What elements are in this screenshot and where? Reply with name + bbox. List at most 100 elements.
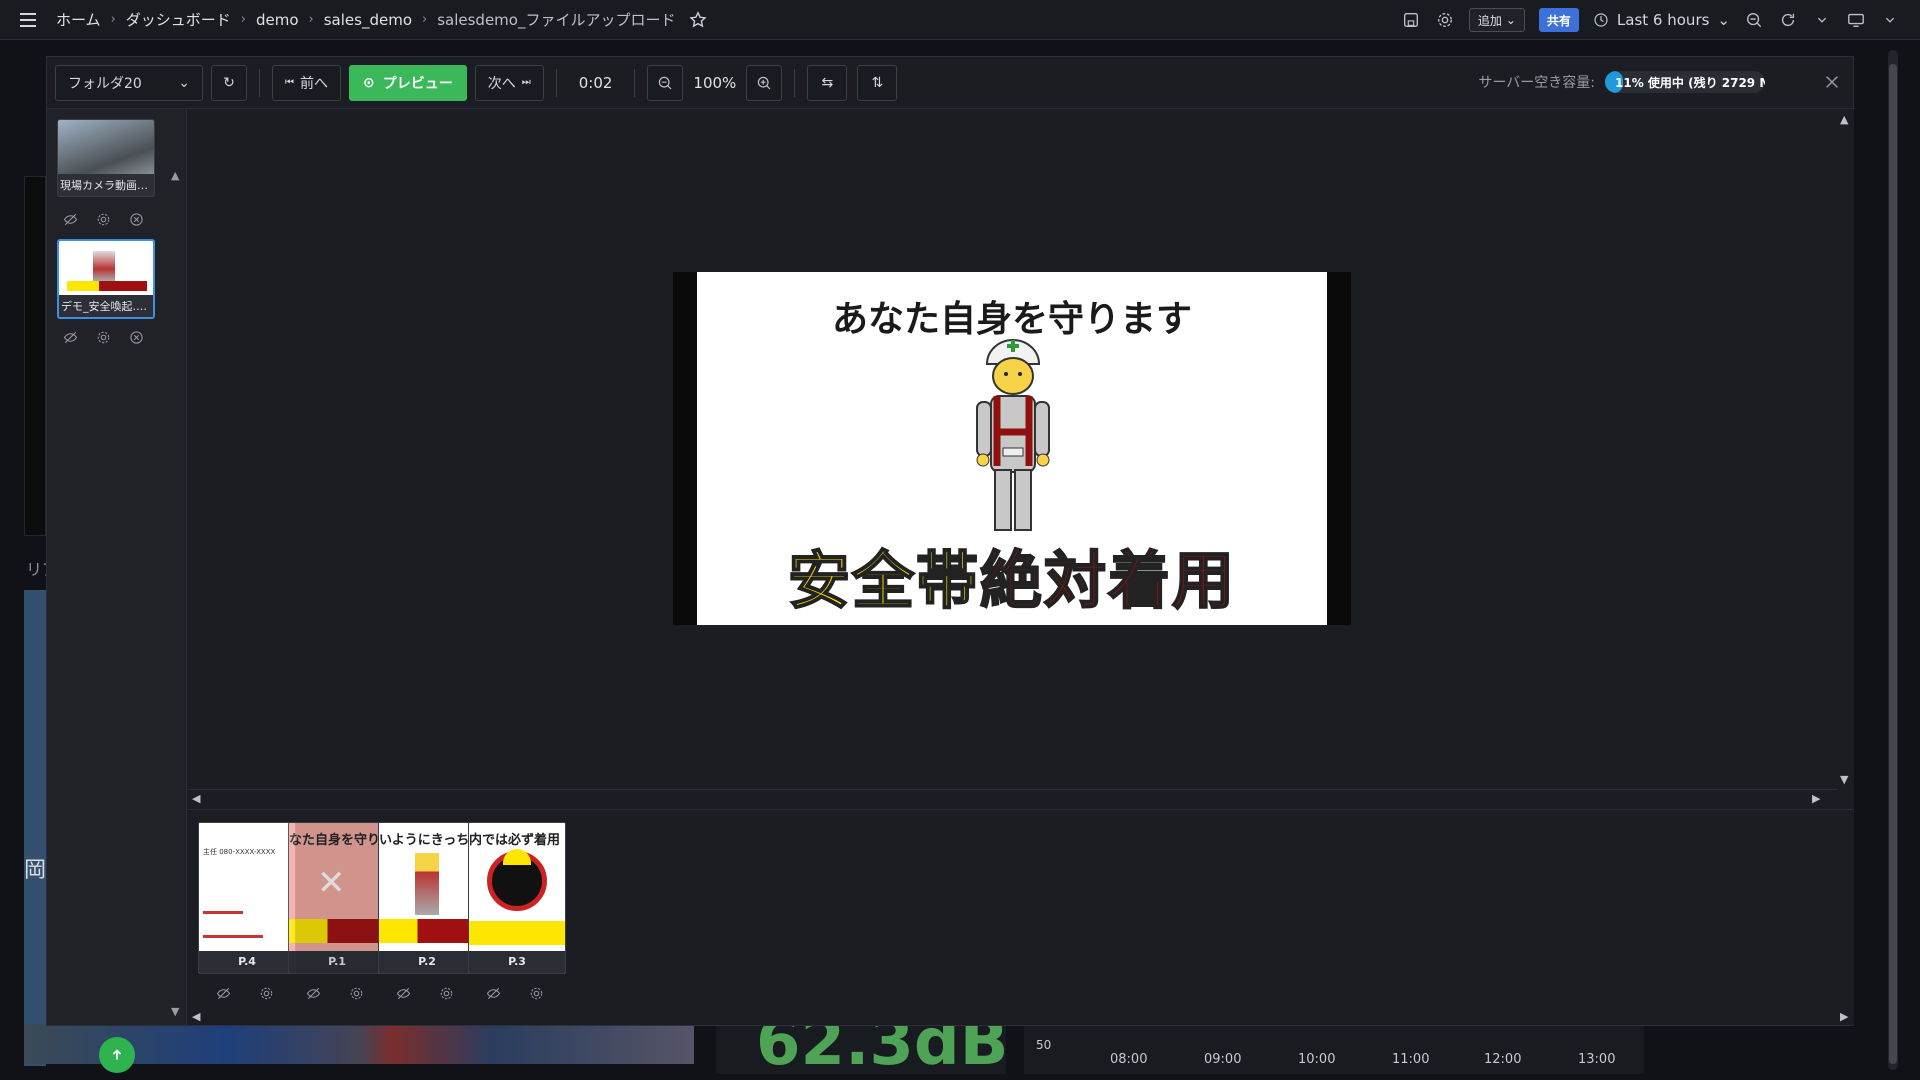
scroll-down-arrow[interactable]: ▼ [171,1005,179,1018]
map-panel [24,590,46,1066]
close-icon[interactable] [1823,73,1841,91]
swap-horizontal-icon: ⇆ [821,74,834,91]
page-snippet: いようにきっち [379,833,470,848]
add-button-label: 追加 [1477,13,1502,28]
page-thumbnail: いようにきっち [379,823,475,951]
page-thumb[interactable]: いようにきっち P.2 [378,822,476,974]
eye-off-icon[interactable] [63,212,78,227]
zoom-level: 100% [693,73,737,92]
chart-x-tick: 08:00 [1110,1052,1148,1067]
eye-off-icon[interactable] [306,986,321,1001]
refresh-icon[interactable] [1778,10,1798,30]
zoom-in-button[interactable] [746,64,783,101]
skip-back-icon: ⏮ [285,77,294,88]
server-capacity-text: 11% 使用中 (残り 2729 MB) [1615,76,1765,90]
file-item-selected[interactable]: デモ_安全喚起.pdf [57,239,155,319]
page-label: P.4 [199,951,295,973]
gear-icon[interactable] [349,986,364,1001]
chevron-down-icon: ⌄ [178,74,190,91]
close-circle-icon[interactable] [129,330,144,345]
slide-page: あなた自身を守ります 安全帯絶対着用 [697,272,1327,625]
skip-forward-icon: ⏭ [521,77,531,88]
chart-x-tick: 11:00 [1392,1052,1430,1067]
flip-horizontal-button[interactable]: ⇆ [807,64,848,101]
upload-button[interactable] [99,1037,135,1073]
chevron-down-icon: ⌄ [1717,11,1730,29]
scrollbar-thumb[interactable] [1889,64,1897,1064]
save-icon[interactable] [1401,10,1421,30]
gear-icon[interactable] [1435,10,1455,30]
file-preview-modal: フォルダ20 ⌄ ↻ ⏮ 前へ ⊙ プレビュー 次へ ⏭ 0:02 100% ⇆ ⇅ サ… [46,56,1855,1073]
slide-frame: あなた自身を守ります 安全帯絶対着用 [673,272,1351,625]
reload-button[interactable]: ↻ [211,64,247,101]
scroll-right-arrow[interactable]: ▶ [1812,792,1820,805]
breadcrumb-current: salesdemo_ファイルアップロード [437,11,676,29]
breadcrumb-sales-demo[interactable]: sales_demo [324,11,412,29]
scroll-left-arrow[interactable]: ◀ [192,1010,200,1023]
zoom-in-icon [758,76,771,89]
close-icon: ✕ [317,863,346,903]
worker-illustration [976,339,1050,531]
chevron-down-icon: ⌄ [1505,13,1516,27]
gear-icon[interactable] [259,986,274,1001]
chevron-down-icon[interactable] [1880,10,1900,30]
star-icon[interactable] [689,10,708,29]
gear-icon[interactable] [96,212,111,227]
next-button[interactable]: 次へ ⏭ [474,64,544,101]
page-scrollbar[interactable] [1888,50,1898,1070]
time-range-picker[interactable]: Last 6 hours ⌄ [1593,11,1730,29]
viewer-horizontal-scrollbar[interactable]: ◀ ▶ [188,789,1838,807]
slide-banner: 安全帯絶対着用 [697,530,1327,620]
breadcrumb-home[interactable]: ホーム [56,9,101,30]
scroll-right-arrow[interactable]: ▶ [1840,1010,1848,1023]
page-thumbnail: 内では必ず着用 [469,823,565,951]
scroll-left-arrow[interactable]: ◀ [192,792,200,805]
page-thumb-hidden[interactable]: なた自身を守りま ✕ P.1 [288,822,386,974]
preview-button-label: プレビュー [382,75,453,92]
eye-off-icon[interactable] [63,330,78,345]
file-actions [63,330,144,345]
zoom-out-button[interactable] [647,64,684,101]
add-button[interactable]: 追加 ⌄ [1468,8,1525,32]
viewer-toolbar: フォルダ20 ⌄ ↻ ⏮ 前へ ⊙ プレビュー 次へ ⏭ 0:02 100% ⇆ ⇅ サ… [47,57,1855,109]
viewer-vertical-scrollbar[interactable]: ▲ ▼ [1838,109,1854,809]
gear-icon[interactable] [439,986,454,1001]
upload-icon [112,1049,122,1060]
stat-panel: 62.3dB [716,1024,1006,1074]
timeseries-panel: 50 08:00 09:00 10:00 11:00 12:00 13:00 [1024,1024,1644,1074]
page-thumb[interactable]: 内では必ず着用 P.3 [468,822,566,974]
flip-vertical-button[interactable]: ⇅ [857,64,898,101]
eye-off-icon[interactable] [486,986,501,1001]
breadcrumb-dashboards[interactable]: ダッシュボード [126,9,231,30]
folder-select[interactable]: フォルダ20 ⌄ [55,64,203,101]
zoom-out-icon[interactable] [1744,10,1764,30]
page-label: P.1 [289,951,385,973]
server-capacity-label: サーバー空き容量: [1478,75,1595,91]
chevron-down-icon[interactable] [1812,10,1832,30]
file-item[interactable]: 現場カメラ動画_... [57,119,155,197]
breadcrumb-demo[interactable]: demo [256,11,299,29]
chart-y-tick: 50 [1036,1038,1052,1052]
zoom-out-icon [659,76,672,89]
page-snippet: 主任 080-XXXX-XXXX [203,848,276,856]
prev-button[interactable]: ⏮ 前へ [272,64,341,101]
scroll-up-arrow[interactable]: ▲ [171,169,179,182]
gear-icon[interactable] [529,986,544,1001]
gear-icon[interactable] [96,330,111,345]
folder-select-value: フォルダ20 [68,75,142,92]
eye-off-icon[interactable] [216,986,231,1001]
clock-icon [1594,13,1608,27]
divider [794,68,796,97]
page-thumb[interactable]: 主任 080-XXXX-XXXX P.4 [198,822,296,974]
close-circle-icon[interactable] [129,212,144,227]
eye-off-icon[interactable] [396,986,411,1001]
menu-icon[interactable] [0,0,56,40]
share-button[interactable]: 共有 [1538,8,1579,32]
chevron-right-icon: › [308,12,314,27]
banner-red-text: 絶対着用 [979,543,1237,618]
preview-button[interactable]: ⊙ プレビュー [349,64,467,101]
tv-mode-icon[interactable] [1846,10,1866,30]
chart-x-tick: 13:00 [1578,1052,1616,1067]
scroll-up-arrow[interactable]: ▲ [1840,113,1848,126]
scroll-down-arrow[interactable]: ▼ [1840,773,1848,786]
